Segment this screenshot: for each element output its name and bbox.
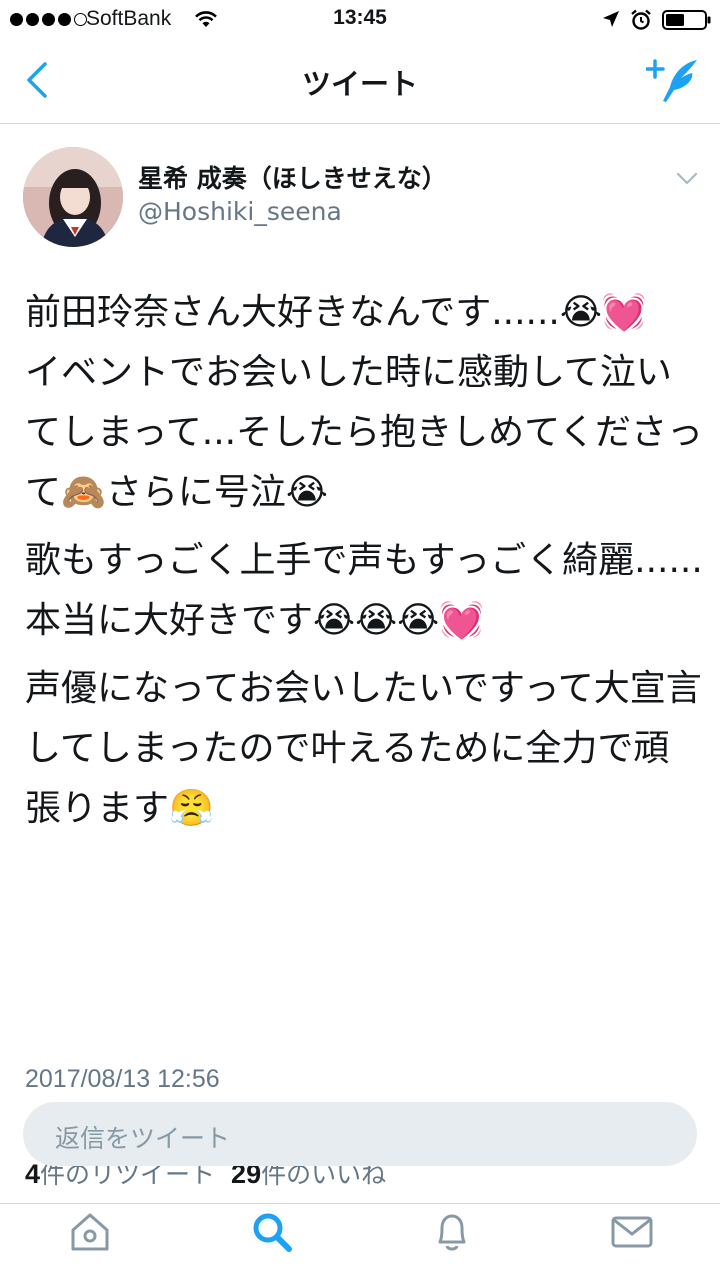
location-arrow-icon [603, 11, 619, 27]
status-bar: SoftBank 13:45 [0, 0, 720, 40]
tweet-timestamp: 2017/08/13 12:56 [25, 1065, 220, 1093]
messages-icon[interactable] [610, 1210, 654, 1254]
alarm-icon [631, 9, 651, 30]
tweet-paragraph-3: 声優になってお会いしたいですって大宣言してしまったので叶えるために全力で頑張りま… [25, 668, 702, 829]
chevron-down-icon[interactable] [676, 172, 698, 186]
tweet-paragraph-2: 歌もすっごく上手で声もすっごく綺麗......本当に大好きです😭😭😭💓 [25, 540, 703, 641]
user-display-name[interactable]: 星希 成奏（ほしきせえな） [138, 159, 447, 195]
page-title: ツイート [301, 67, 418, 101]
navigation-bar: ツイート [0, 40, 720, 124]
avatar[interactable] [23, 147, 123, 247]
notifications-icon[interactable] [430, 1210, 474, 1254]
search-icon[interactable] [250, 1210, 294, 1254]
reply-input[interactable]: 返信をツイート [23, 1102, 697, 1166]
reply-placeholder: 返信をツイート [55, 1124, 231, 1153]
user-handle[interactable]: @Hoshiki_seena [138, 197, 342, 226]
tab-bar [0, 1180, 720, 1280]
tweet-text: 前田玲奈さん大好きなんです......😭💓 イベントでお会いした時に感動して泣い… [25, 283, 705, 839]
tweet-paragraph-1: 前田玲奈さん大好きなんです......😭💓 イベントでお会いした時に感動して泣い… [25, 292, 704, 513]
compose-tweet-icon[interactable] [646, 57, 702, 105]
home-icon[interactable] [68, 1210, 112, 1254]
battery-icon [662, 10, 711, 30]
